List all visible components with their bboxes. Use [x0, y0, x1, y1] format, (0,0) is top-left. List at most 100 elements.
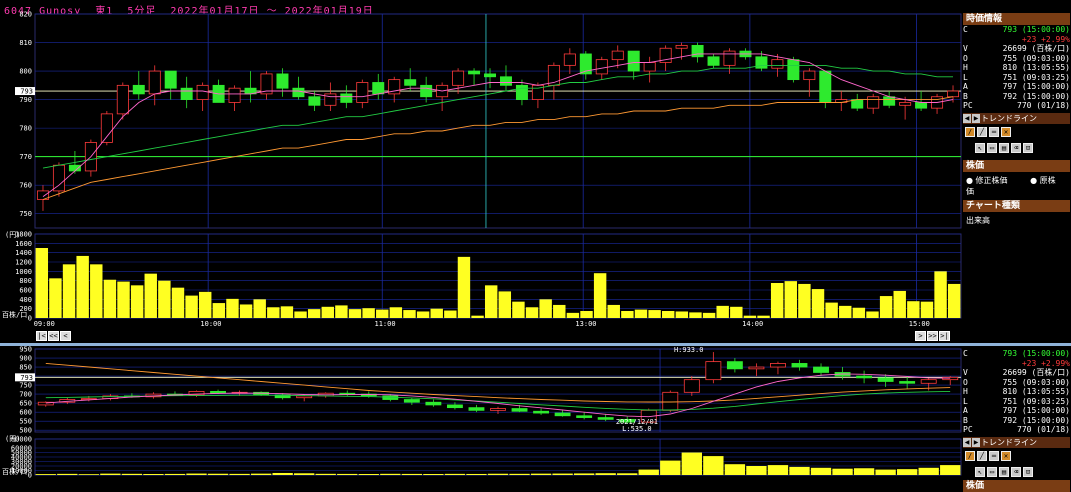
- candle: [915, 102, 928, 109]
- trend-right-icon-lower[interactable]: ▶: [972, 437, 980, 447]
- volume-bar: [893, 290, 906, 318]
- nav-next-page-button[interactable]: >>: [927, 331, 938, 341]
- pane-divider[interactable]: [0, 343, 1071, 346]
- y-tick-label: 550: [19, 418, 32, 426]
- parallel-line-icon[interactable]: ╱: [977, 126, 987, 137]
- quote-value: 26699 (百株/口): [1002, 44, 1070, 53]
- quote-row: O 755 (09:03:00): [963, 54, 1070, 64]
- volume-bar: [307, 309, 321, 318]
- volume-bar: [593, 273, 607, 318]
- paste-icon[interactable]: ▤: [999, 142, 1009, 153]
- chart-type-value[interactable]: 出来高: [963, 212, 1070, 229]
- volume-bar: [250, 473, 272, 475]
- paste-icon-lower[interactable]: ▤: [999, 466, 1009, 477]
- candle: [148, 70, 161, 95]
- quote-row: L 751 (09:03:25): [963, 73, 1070, 83]
- quote-row: PC 770 (01/18): [963, 101, 1070, 111]
- quote-key: [963, 359, 983, 369]
- candle: [813, 366, 829, 373]
- copy-icon-lower[interactable]: ▭: [987, 466, 997, 477]
- volume-bar: [199, 291, 212, 318]
- volume-bar: [617, 473, 638, 475]
- price-header: 株価: [963, 159, 1070, 172]
- quote-row: A 797 (15:00:00): [963, 406, 1070, 416]
- erase-icon[interactable]: ⌫: [1011, 142, 1021, 153]
- lock-icon-lower[interactable]: ⊡: [1023, 466, 1033, 477]
- lock-icon[interactable]: ⊡: [1023, 142, 1033, 153]
- trend-left-icon-lower[interactable]: ◀: [963, 437, 971, 447]
- volume-bar: [832, 468, 853, 475]
- volume-bar: [767, 465, 789, 475]
- plot-frame: [34, 13, 962, 229]
- candle: [899, 102, 912, 106]
- price-chart[interactable]: 750760770780790800810820793(円): [5, 11, 962, 240]
- trendline-bar[interactable]: ◀ ▶ トレンドライン: [963, 112, 1070, 124]
- volume-bar: [229, 473, 250, 475]
- candle: [554, 412, 571, 417]
- quote-row: PC 770 (01/18): [963, 425, 1070, 435]
- volume-bar: [294, 311, 307, 318]
- volume-bar: [171, 287, 185, 318]
- select-icon[interactable]: ↖: [975, 142, 985, 153]
- select-icon-lower[interactable]: ↖: [975, 466, 985, 477]
- candle: [196, 84, 209, 101]
- y-tick-label: 750: [19, 210, 32, 218]
- y-tick-label: 80000: [11, 436, 32, 444]
- candle: [468, 70, 481, 75]
- volume-bar: [423, 474, 444, 475]
- horizontal-line-icon-lower[interactable]: ═: [989, 450, 999, 461]
- volume-bar: [280, 306, 294, 318]
- quote-value: 770 (01/18): [1017, 425, 1070, 434]
- draw-line-icon[interactable]: /: [965, 126, 975, 137]
- volume-bar: [35, 248, 49, 318]
- volume-bar: [103, 279, 117, 318]
- copy-icon[interactable]: ▭: [987, 142, 997, 153]
- quote-value: 755 (09:03:00): [1002, 377, 1070, 387]
- volume-bar: [117, 281, 130, 318]
- price-radio-group[interactable]: ● 修正株価 ● 原株価: [963, 172, 1070, 200]
- nav-next-button[interactable]: >: [915, 331, 926, 341]
- candle: [576, 415, 593, 418]
- volume-bar: [757, 315, 770, 318]
- nav-last-button[interactable]: >|: [939, 331, 950, 341]
- quote-value: 751 (09:03:25): [1002, 396, 1070, 406]
- y-tick-label: 850: [19, 364, 32, 372]
- volume-bar: [471, 315, 484, 318]
- volume-bar: [879, 296, 893, 318]
- volume-bar: [512, 301, 525, 318]
- volume-bar: [389, 307, 403, 318]
- draw-line-icon-lower[interactable]: /: [965, 450, 975, 461]
- quote-value: 792 (15:00:00): [1002, 91, 1070, 101]
- horizontal-line-icon[interactable]: ═: [989, 126, 999, 137]
- delete-line-icon-lower[interactable]: ✕: [1001, 450, 1011, 461]
- trendline-label: トレンドライン: [981, 113, 1037, 123]
- trendline-bar-lower[interactable]: ◀ ▶ トレンドライン: [963, 436, 1070, 448]
- volume-bar: [348, 309, 362, 318]
- quote-rows-lower: C 793 (15:00:00) +23 +2.99% V 26699 (百株/口) O 7…: [963, 349, 1070, 435]
- candle: [533, 410, 550, 414]
- radio-adjusted[interactable]: ● 修正株価: [966, 176, 1018, 185]
- volume-bar: [839, 305, 852, 318]
- delete-line-icon[interactable]: ✕: [1001, 126, 1011, 137]
- nav-first-button[interactable]: |<: [36, 331, 47, 341]
- candle: [770, 363, 786, 368]
- volume-bar: [239, 304, 253, 318]
- erase-icon-lower[interactable]: ⌫: [1011, 466, 1021, 477]
- y-tick-label: 600: [19, 287, 32, 295]
- parallel-line-icon-lower[interactable]: ╱: [977, 450, 987, 461]
- trend-right-icon[interactable]: ▶: [972, 113, 980, 123]
- quote-value: 755 (09:03:00): [1002, 53, 1070, 63]
- candle: [339, 392, 356, 395]
- candle: [404, 79, 417, 86]
- radio-adjusted-label: 修正株価: [975, 175, 1008, 185]
- trend-left-icon[interactable]: ◀: [963, 113, 971, 123]
- nav-prev-page-button[interactable]: <<: [48, 331, 59, 341]
- volume-bar: [164, 473, 186, 475]
- volume-bar: [401, 473, 423, 475]
- history-price-chart[interactable]: 500550600650700750800850900950793(円)H:93…: [5, 346, 962, 444]
- candle: [484, 73, 497, 78]
- y-tick-label: 780: [19, 125, 32, 133]
- chart-area[interactable]: 750760770780790800810820793(円) 020040060…: [0, 0, 962, 480]
- volume-bar: [875, 469, 896, 475]
- nav-prev-button[interactable]: <: [60, 331, 71, 341]
